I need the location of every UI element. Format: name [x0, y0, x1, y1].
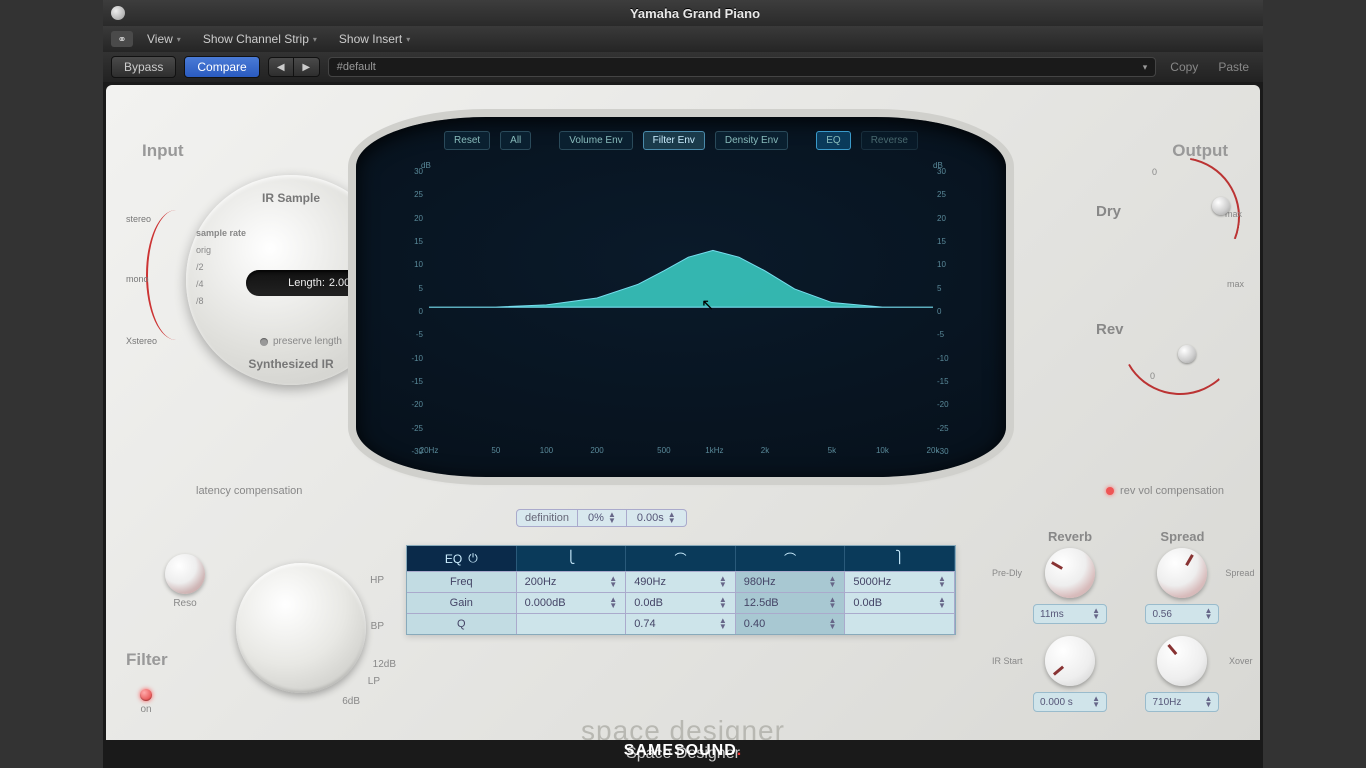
input-meter[interactable]: stereo mono Xstereo [128, 200, 183, 360]
plot-canvas[interactable]: 20Hz501002005001kHz2k5k10k20k [429, 171, 933, 443]
y-axis-left: dB 302520151050-5-10-15-20-25-30 [401, 159, 425, 457]
table-row: Gain 0.000dB▲▼ 0.0dB▲▼ 12.5dB▲▼ 0.0dB▲▼ [407, 592, 955, 613]
filter-label: Filter [126, 650, 168, 670]
rate-half[interactable]: /2 [196, 259, 246, 276]
xover-knob[interactable] [1157, 636, 1207, 686]
reso-knob[interactable]: Reso [158, 550, 212, 604]
reset-button[interactable]: Reset [444, 131, 490, 150]
latency-comp-label[interactable]: latency compensation [196, 485, 302, 497]
definition-row: definition 0%▲▼ 0.00s▲▼ [516, 509, 687, 527]
predelay-knob[interactable] [1045, 548, 1095, 598]
tab-density-env[interactable]: Density Env [715, 131, 788, 150]
eq-table: EQ ⏻ ⎩ ⌒ ⌒ ⎫ Freq 200Hz▲▼ 490Hz▲▼ 980Hz▲… [406, 545, 956, 635]
definition-label: definition [516, 509, 578, 527]
gain-2[interactable]: 0.0dB▲▼ [626, 593, 736, 613]
q-4[interactable] [845, 614, 955, 634]
band-highshelf-icon[interactable]: ⎫ [845, 546, 955, 571]
input-label: Input [142, 141, 184, 161]
eq-toggle[interactable]: EQ [816, 131, 850, 150]
plugin-window: Yamaha Grand Piano ⚭ View▾ Show Channel … [103, 0, 1263, 768]
power-icon[interactable]: ⏻ [468, 551, 478, 566]
band-peak2-icon[interactable]: ⌒ [736, 546, 846, 571]
definition-time[interactable]: 0.00s▲▼ [627, 509, 687, 527]
preset-field[interactable]: #default▾ [328, 57, 1157, 77]
reverse-toggle[interactable]: Reverse [861, 131, 918, 150]
led-icon [1106, 487, 1114, 495]
reverb-spread-section: Reverb Pre-Dly 11ms▲▼ IR Start 0.000 s▲▼… [1016, 529, 1246, 724]
filter-mode-knob[interactable]: HP BP LP 12dB 6dB [236, 563, 366, 693]
preserve-length-toggle[interactable]: preserve length [260, 336, 342, 347]
rev-knob[interactable]: max Rev 0 [1096, 283, 1244, 383]
link-icon[interactable]: ⚭ [111, 31, 133, 47]
spread-column: Spread Spread 0.56▲▼ Xover 710Hz▲▼ [1128, 529, 1236, 724]
table-row: Freq 200Hz▲▼ 490Hz▲▼ 980Hz▲▼ 5000Hz▲▼ [407, 571, 955, 592]
tab-volume-env[interactable]: Volume Env [559, 131, 632, 150]
rate-quarter[interactable]: /4 [196, 276, 246, 293]
radio-icon [260, 338, 268, 346]
toolbar: Bypass Compare ◀ ▶ #default▾ Copy Paste [103, 52, 1263, 82]
bypass-button[interactable]: Bypass [111, 56, 176, 78]
spread-value[interactable]: 0.56▲▼ [1145, 604, 1219, 624]
menubar: ⚭ View▾ Show Channel Strip▾ Show Insert▾ [103, 26, 1263, 52]
revvol-comp-toggle[interactable]: rev vol compensation [1106, 485, 1224, 497]
rate-eighth[interactable]: /8 [196, 293, 246, 310]
preset-nav: ◀ ▶ [268, 57, 320, 77]
gain-1[interactable]: 0.000dB▲▼ [517, 593, 627, 613]
led-icon [140, 689, 152, 701]
irstart-knob[interactable] [1045, 636, 1095, 686]
output-label: Output [1172, 141, 1228, 161]
gain-3[interactable]: 12.5dB▲▼ [736, 593, 846, 613]
y-axis-right: dB 302520151050-5-10-15-20-25-30 [937, 159, 961, 457]
freq-3[interactable]: 980Hz▲▼ [736, 572, 846, 592]
definition-pct[interactable]: 0%▲▼ [578, 509, 627, 527]
close-icon[interactable] [111, 6, 125, 20]
spread-knob[interactable] [1157, 548, 1207, 598]
watermark: SAMESOUND. [0, 742, 1366, 760]
xover-value[interactable]: 710Hz▲▼ [1145, 692, 1219, 712]
reverb-column: Reverb Pre-Dly 11ms▲▼ IR Start 0.000 s▲▼ [1016, 529, 1124, 724]
freq-1[interactable]: 200Hz▲▼ [517, 572, 627, 592]
filter-on-button[interactable]: on [140, 689, 152, 715]
output-panel: 0 Dry max max Rev 0 [1096, 165, 1244, 393]
predelay-value[interactable]: 11ms▲▼ [1033, 604, 1107, 624]
menu-show-insert[interactable]: Show Insert▾ [331, 30, 418, 48]
plugin-body: Input Output stereo mono Xstereo IR Samp… [106, 85, 1260, 765]
table-row: Q 0.74▲▼ 0.40▲▼ [407, 613, 955, 634]
mode-mono[interactable]: mono [126, 274, 149, 284]
rate-orig[interactable]: orig [196, 242, 246, 259]
window-title: Yamaha Grand Piano [135, 6, 1255, 21]
q-3[interactable]: 0.40▲▼ [736, 614, 846, 634]
sample-rate-list: sample rate orig /2 /4 /8 [196, 225, 246, 310]
band-lowshelf-icon[interactable]: ⎩ [517, 546, 627, 571]
paste-button[interactable]: Paste [1212, 60, 1255, 74]
all-button[interactable]: All [500, 131, 531, 150]
band-peak1-icon[interactable]: ⌒ [626, 546, 736, 571]
menu-view[interactable]: View▾ [139, 30, 189, 48]
display-screen: Reset All Volume Env Filter Env Density … [356, 117, 1006, 477]
menu-channel-strip[interactable]: Show Channel Strip▾ [195, 30, 325, 48]
screen-tabs: Reset All Volume Env Filter Env Density … [406, 131, 956, 150]
gain-4[interactable]: 0.0dB▲▼ [845, 593, 955, 613]
mode-xstereo[interactable]: Xstereo [126, 336, 157, 346]
q-1[interactable] [517, 614, 627, 634]
eq-curve [429, 171, 933, 443]
tab-filter-env[interactable]: Filter Env [643, 131, 705, 150]
freq-2[interactable]: 490Hz▲▼ [626, 572, 736, 592]
dry-knob[interactable]: 0 Dry max [1096, 165, 1244, 265]
irstart-value[interactable]: 0.000 s▲▼ [1033, 692, 1107, 712]
knob-cap[interactable] [1178, 345, 1196, 363]
graph-area[interactable]: dB 302520151050-5-10-15-20-25-30 dB 3025… [401, 159, 961, 457]
next-preset-button[interactable]: ▶ [294, 57, 320, 77]
titlebar: Yamaha Grand Piano [103, 0, 1263, 26]
prev-preset-button[interactable]: ◀ [268, 57, 294, 77]
eq-header[interactable]: EQ ⏻ [407, 546, 517, 571]
copy-button[interactable]: Copy [1164, 60, 1204, 74]
compare-button[interactable]: Compare [184, 56, 259, 78]
mode-stereo[interactable]: stereo [126, 214, 151, 224]
freq-4[interactable]: 5000Hz▲▼ [845, 572, 955, 592]
q-2[interactable]: 0.74▲▼ [626, 614, 736, 634]
knob-cap[interactable] [1212, 197, 1230, 215]
